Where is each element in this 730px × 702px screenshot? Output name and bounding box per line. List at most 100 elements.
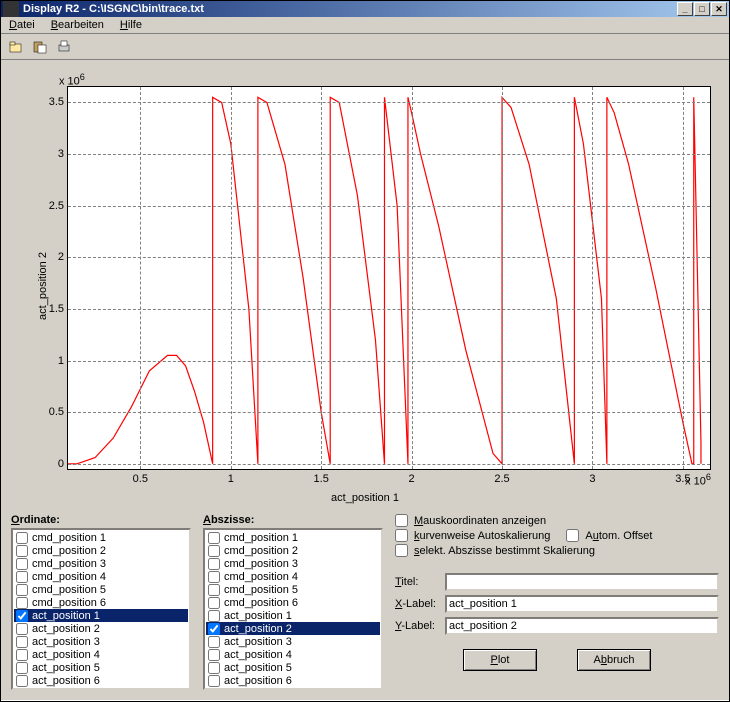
list-item-checkbox[interactable]	[16, 610, 28, 622]
list-item[interactable]: cmd_position 6	[14, 596, 188, 609]
xlabel-input[interactable]	[445, 595, 719, 613]
list-item-label: act_position 6	[224, 675, 292, 687]
menu-hilfe[interactable]: Hilfe	[116, 17, 146, 33]
paste-button[interactable]	[29, 36, 51, 58]
list-item-checkbox[interactable]	[16, 584, 28, 596]
bottom-panel: Ordinate: cmd_position 1cmd_position 2cm…	[1, 508, 729, 700]
list-item-checkbox[interactable]	[208, 675, 220, 687]
list-item[interactable]: act_position 5	[14, 661, 188, 674]
list-item[interactable]: cmd_position 1	[14, 531, 188, 544]
x-tick: 0.5	[133, 473, 148, 485]
open-file-button[interactable]	[5, 36, 27, 58]
abszisse-list[interactable]: cmd_position 1cmd_position 2cmd_position…	[203, 528, 383, 690]
maximize-button[interactable]: □	[694, 2, 710, 16]
list-item-checkbox[interactable]	[16, 649, 28, 661]
print-icon	[56, 39, 72, 55]
list-item-checkbox[interactable]	[208, 662, 220, 674]
list-item-checkbox[interactable]	[208, 597, 220, 609]
mauskoord-label: Mauskoordinaten anzeigen	[414, 515, 546, 527]
list-item[interactable]: act_position 5	[206, 661, 380, 674]
list-item-checkbox[interactable]	[208, 571, 220, 583]
list-item-checkbox[interactable]	[16, 597, 28, 609]
x-tick: 2.5	[494, 473, 509, 485]
plot-button[interactable]: Plot	[463, 649, 537, 671]
kurvenweise-checkbox[interactable]	[395, 529, 408, 542]
ordinate-list[interactable]: cmd_position 1cmd_position 2cmd_position…	[11, 528, 191, 690]
titel-label: Titel:	[395, 576, 445, 588]
mauskoord-checkbox[interactable]	[395, 514, 408, 527]
list-item[interactable]: act_position 6	[206, 674, 380, 687]
list-item-label: cmd_position 3	[32, 558, 106, 570]
list-item-label: act_position 5	[32, 662, 100, 674]
list-item[interactable]: act_position 4	[206, 648, 380, 661]
list-item[interactable]: act_position 1	[14, 609, 188, 622]
list-item-checkbox[interactable]	[208, 532, 220, 544]
list-item-checkbox[interactable]	[208, 623, 220, 635]
list-item[interactable]: cmd_position 4	[14, 570, 188, 583]
menu-datei[interactable]: Datei	[5, 17, 39, 33]
list-item-checkbox[interactable]	[16, 662, 28, 674]
list-item-checkbox[interactable]	[208, 584, 220, 596]
list-item-checkbox[interactable]	[208, 545, 220, 557]
list-item-checkbox[interactable]	[16, 675, 28, 687]
print-button[interactable]	[53, 36, 75, 58]
list-item[interactable]: act_position 1	[206, 609, 380, 622]
list-item-checkbox[interactable]	[208, 636, 220, 648]
list-item[interactable]: act_position 2	[206, 622, 380, 635]
list-item-checkbox[interactable]	[16, 623, 28, 635]
menu-bearbeiten[interactable]: Bearbeiten	[47, 17, 108, 33]
y-tick: 3.5	[49, 96, 64, 108]
minimize-button[interactable]: _	[677, 2, 693, 16]
menu-bar: Datei Bearbeiten Hilfe	[1, 17, 729, 34]
list-item[interactable]: act_position 3	[14, 635, 188, 648]
list-item-label: act_position 2	[32, 623, 100, 635]
x-tick: 1	[228, 473, 234, 485]
list-item-label: act_position 3	[224, 636, 292, 648]
list-item-checkbox[interactable]	[208, 610, 220, 622]
kurvenweise-label: kurvenweise Autoskalierung	[414, 530, 550, 542]
ordinate-label: Ordinate:	[11, 514, 191, 526]
selekt-label: selekt. Abszisse bestimmt Skalierung	[414, 545, 595, 557]
y-tick: 0	[58, 458, 64, 470]
list-item[interactable]: act_position 6	[14, 674, 188, 687]
list-item-checkbox[interactable]	[16, 558, 28, 570]
list-item-label: act_position 5	[224, 662, 292, 674]
list-item[interactable]: act_position 2	[14, 622, 188, 635]
list-item-label: act_position 4	[224, 649, 292, 661]
list-item-checkbox[interactable]	[16, 571, 28, 583]
list-item-label: cmd_position 2	[224, 545, 298, 557]
titel-input[interactable]	[445, 573, 719, 591]
x-tick: 2	[409, 473, 415, 485]
list-item[interactable]: act_position 3	[206, 635, 380, 648]
titlebar: Display R2 - C:\ISGNC\bin\trace.txt _ □ …	[1, 1, 729, 17]
list-item-checkbox[interactable]	[208, 558, 220, 570]
list-item-checkbox[interactable]	[16, 532, 28, 544]
ylabel-input[interactable]	[445, 617, 719, 635]
list-item[interactable]: cmd_position 5	[14, 583, 188, 596]
x-tick: 1.5	[314, 473, 329, 485]
ylabel-label: Y-Label:	[395, 620, 445, 632]
list-item[interactable]: cmd_position 6	[206, 596, 380, 609]
list-item-checkbox[interactable]	[16, 636, 28, 648]
selekt-checkbox[interactable]	[395, 544, 408, 557]
list-item-label: cmd_position 1	[224, 532, 298, 544]
abszisse-label: Abszisse:	[203, 514, 383, 526]
list-item-label: cmd_position 6	[32, 597, 106, 609]
list-item[interactable]: cmd_position 4	[206, 570, 380, 583]
list-item[interactable]: cmd_position 1	[206, 531, 380, 544]
list-item[interactable]: act_position 4	[14, 648, 188, 661]
autom-offset-checkbox[interactable]	[566, 529, 579, 542]
list-item[interactable]: cmd_position 3	[206, 557, 380, 570]
abbruch-button[interactable]: Abbruch	[577, 649, 651, 671]
list-item-checkbox[interactable]	[16, 545, 28, 557]
list-item-label: act_position 6	[32, 675, 100, 687]
list-item[interactable]: cmd_position 5	[206, 583, 380, 596]
list-item-label: act_position 1	[224, 610, 292, 622]
list-item[interactable]: cmd_position 2	[206, 544, 380, 557]
list-item[interactable]: cmd_position 3	[14, 557, 188, 570]
open-file-icon	[8, 39, 24, 55]
list-item-checkbox[interactable]	[208, 649, 220, 661]
list-item[interactable]: cmd_position 2	[14, 544, 188, 557]
list-item-label: cmd_position 4	[224, 571, 298, 583]
close-button[interactable]: ✕	[711, 2, 727, 16]
